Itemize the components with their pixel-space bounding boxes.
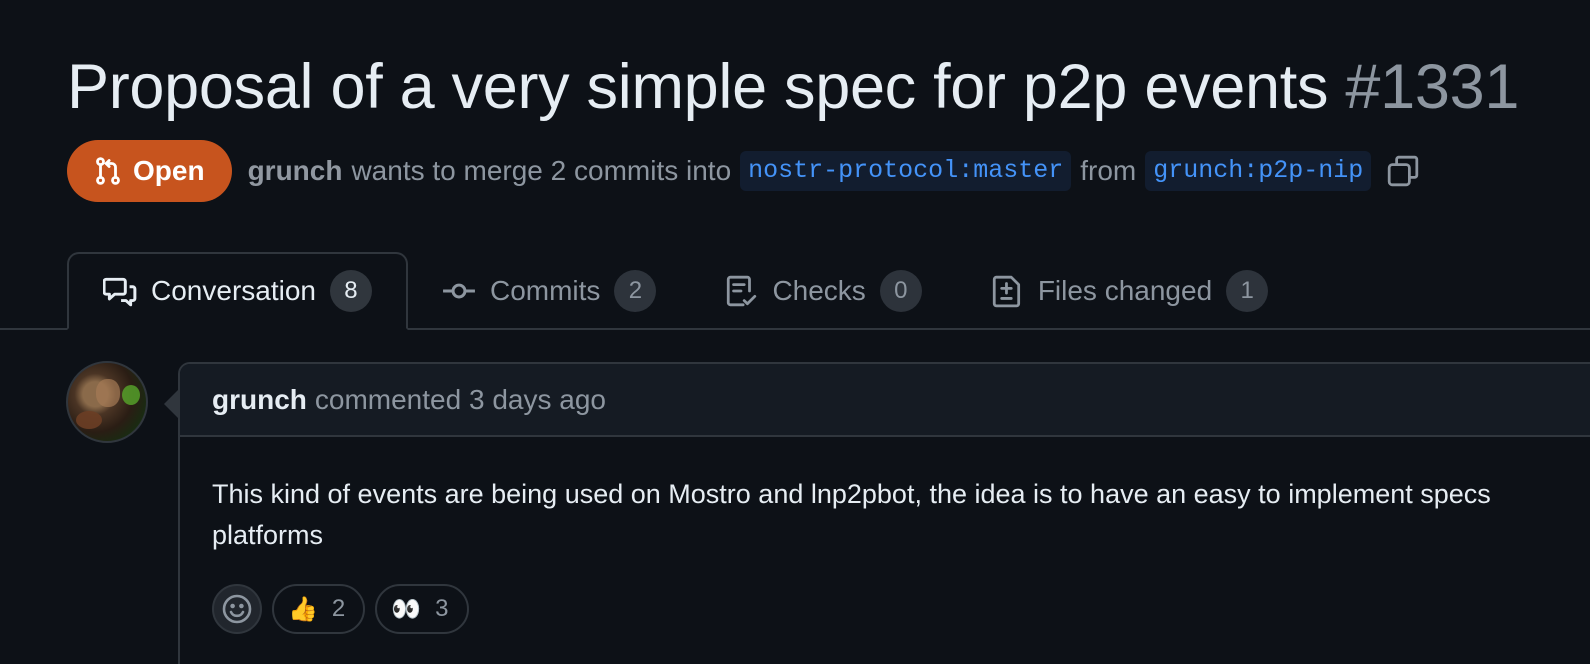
merge-text: wants to merge 2 commits into: [351, 155, 732, 186]
tab-counter: 1: [1226, 270, 1269, 312]
tab-counter: 2: [614, 270, 657, 312]
reaction-count: 2: [331, 595, 346, 622]
checklist-icon: [724, 274, 758, 308]
tab-counter: 8: [329, 270, 372, 312]
tab-label: Conversation: [151, 275, 316, 306]
tab-label: Commits: [489, 275, 601, 306]
reaction-count: 3: [435, 595, 449, 622]
git-pull-request-icon: [93, 156, 123, 186]
comment-discussion-icon: [103, 274, 137, 308]
eyes-icon: 👀: [391, 595, 422, 623]
copy-icon[interactable]: [1386, 154, 1420, 188]
tab-files-changed[interactable]: Files changed 1: [956, 252, 1302, 330]
pull-request-page: Proposal of a very simple spec for p2p e…: [0, 0, 1590, 664]
reaction-thumbs-up-button[interactable]: 👍 2: [272, 584, 366, 634]
comment-action: commented: [314, 383, 462, 415]
state-label: Open: [133, 155, 205, 186]
comment-body: This kind of events are being used on Mo…: [212, 474, 1590, 556]
head-branch[interactable]: grunch:p2p-nip: [1145, 151, 1372, 191]
comment-box: grunch commented 3 days ago This kind of…: [178, 362, 1590, 664]
add-reaction-button[interactable]: [212, 584, 262, 634]
pr-author-link[interactable]: grunch: [248, 155, 343, 187]
from-text: from: [1080, 155, 1137, 186]
comment-text-line: This kind of events are being used on Mo…: [212, 479, 1491, 509]
pr-number: #1331: [1345, 52, 1520, 122]
pr-title: Proposal of a very simple spec for p2p e…: [67, 52, 1329, 122]
comment-author-link[interactable]: grunch: [212, 384, 307, 416]
git-commit-icon: [442, 274, 476, 308]
avatar-shade: [122, 385, 140, 405]
thumbs-up-icon: 👍: [288, 595, 318, 623]
pr-meta: Open grunch wants to merge 2 commits int…: [67, 140, 1420, 202]
avatar-shade: [96, 379, 120, 407]
reactions-bar: 👍 2 👀 3: [212, 584, 469, 634]
reaction-eyes-button[interactable]: 👀 3: [375, 584, 469, 634]
comment-pointer: [164, 390, 178, 418]
comment-header: grunch commented 3 days ago: [180, 364, 1590, 437]
avatar[interactable]: [66, 361, 148, 443]
tab-counter: 0: [879, 270, 922, 312]
tab-label: Files changed: [1037, 275, 1213, 306]
page-title: Proposal of a very simple spec for p2p e…: [67, 52, 1519, 122]
tab-conversation[interactable]: Conversation 8: [67, 252, 408, 330]
tab-label: Checks: [772, 275, 866, 306]
smiley-icon: [221, 593, 253, 625]
tab-commits[interactable]: Commits 2: [408, 252, 690, 330]
pr-tabs: Conversation 8 Commits 2 Checks 0 Files …: [67, 252, 1302, 330]
avatar-shade: [76, 411, 102, 429]
base-branch[interactable]: nostr-protocol:master: [740, 151, 1072, 191]
comment-text-line: platforms: [212, 520, 324, 550]
comment-timestamp-link[interactable]: 3 days ago: [469, 384, 606, 416]
tab-checks[interactable]: Checks 0: [690, 252, 955, 330]
state-badge: Open: [67, 140, 232, 202]
file-diff-icon: [990, 274, 1024, 308]
